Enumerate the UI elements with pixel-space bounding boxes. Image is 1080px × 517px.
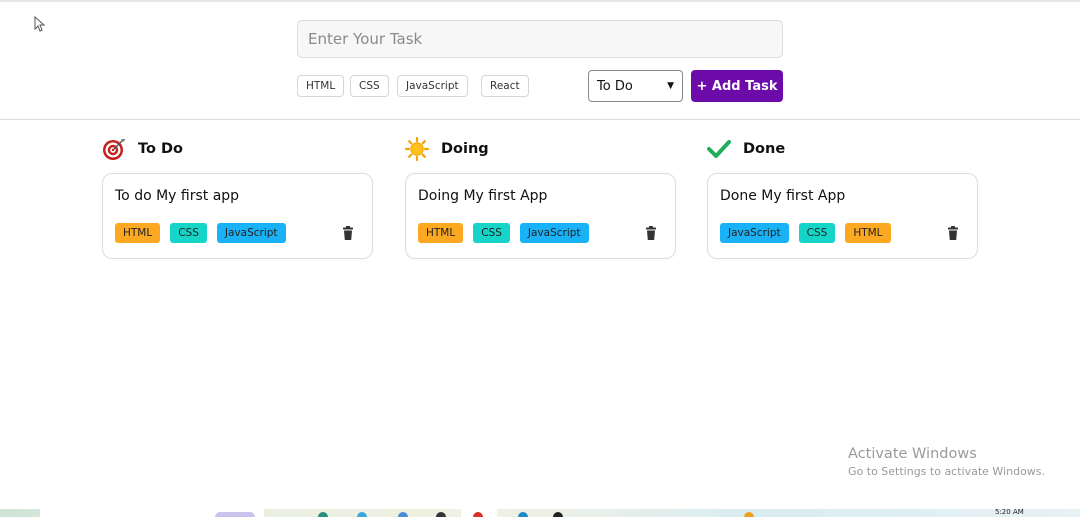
task-card: Done My first App JavaScript CSS HTML xyxy=(707,173,978,259)
status-select-value: To Do xyxy=(597,78,633,94)
task-text: Doing My first App xyxy=(418,188,548,204)
task-text: To do My first app xyxy=(115,188,240,204)
task-tags: HTML CSS JavaScript xyxy=(418,223,589,243)
taskbar-app-icon[interactable] xyxy=(744,512,754,517)
column-header: Doing xyxy=(405,137,676,161)
delete-icon[interactable] xyxy=(947,226,959,240)
column-header: To Do xyxy=(102,137,373,161)
tag-button-html[interactable]: HTML xyxy=(297,75,345,97)
taskbar-app-icon[interactable] xyxy=(318,512,328,517)
taskbar-app-icon[interactable] xyxy=(436,512,446,517)
task-input[interactable] xyxy=(297,20,783,58)
status-select[interactable]: To Do ▼ xyxy=(588,70,683,102)
tag-chip-html: HTML xyxy=(115,223,161,243)
delete-icon[interactable] xyxy=(645,226,657,240)
task-form: HTML CSS JavaScript React To Do ▼ + Add … xyxy=(0,2,1080,120)
column-header: Done xyxy=(707,137,978,161)
taskbar-app-icon[interactable] xyxy=(518,512,528,517)
task-card: Doing My first App HTML CSS JavaScript xyxy=(405,173,676,259)
column-doing: Doing Doing My first App HTML CSS JavaSc… xyxy=(405,137,676,259)
tag-button-react[interactable]: React xyxy=(481,75,529,97)
task-card: To do My first app HTML CSS JavaScript xyxy=(102,173,373,259)
tag-chip-css: CSS xyxy=(473,223,510,243)
taskbar: 5:20 AM xyxy=(0,508,1080,517)
taskbar-app-icon[interactable] xyxy=(553,512,563,517)
tag-chip-css: CSS xyxy=(798,223,836,243)
taskbar-app-icon[interactable] xyxy=(215,512,255,517)
task-tags: HTML CSS JavaScript xyxy=(115,223,286,243)
taskbar-app-icon[interactable] xyxy=(398,512,408,517)
chrome-icon[interactable] xyxy=(473,512,483,517)
column-title: To Do xyxy=(138,141,183,157)
target-icon xyxy=(102,137,126,161)
delete-icon[interactable] xyxy=(342,226,354,240)
column-title: Doing xyxy=(441,141,489,157)
tag-chip-css: CSS xyxy=(170,223,207,243)
task-text: Done My first App xyxy=(720,188,846,204)
watermark-subtitle: Go to Settings to activate Windows. xyxy=(848,465,1046,478)
column-title: Done xyxy=(743,141,786,157)
add-task-button[interactable]: + Add Task xyxy=(691,70,783,102)
tag-chip-javascript: JavaScript xyxy=(519,223,589,243)
chevron-down-icon: ▼ xyxy=(667,81,674,91)
checkmark-icon xyxy=(707,137,731,161)
watermark-title: Activate Windows xyxy=(848,446,977,462)
tag-chip-javascript: JavaScript xyxy=(216,223,286,243)
tag-chip-javascript: JavaScript xyxy=(720,223,789,243)
sun-icon xyxy=(405,137,429,161)
column-done: Done Done My first App JavaScript CSS HT… xyxy=(707,137,978,259)
taskbar-app-icon[interactable] xyxy=(357,512,367,517)
activate-windows-watermark: Activate Windows Go to Settings to activ… xyxy=(848,446,1045,478)
task-tags: JavaScript CSS HTML xyxy=(720,223,891,243)
taskbar-clock[interactable]: 5:20 AM xyxy=(995,508,1024,516)
tag-chip-html: HTML xyxy=(418,223,464,243)
tag-button-css[interactable]: CSS xyxy=(350,75,389,97)
column-todo: To Do To do My first app HTML CSS JavaSc… xyxy=(102,137,373,259)
tag-chip-html: HTML xyxy=(845,223,891,243)
tag-button-javascript[interactable]: JavaScript xyxy=(397,75,468,97)
